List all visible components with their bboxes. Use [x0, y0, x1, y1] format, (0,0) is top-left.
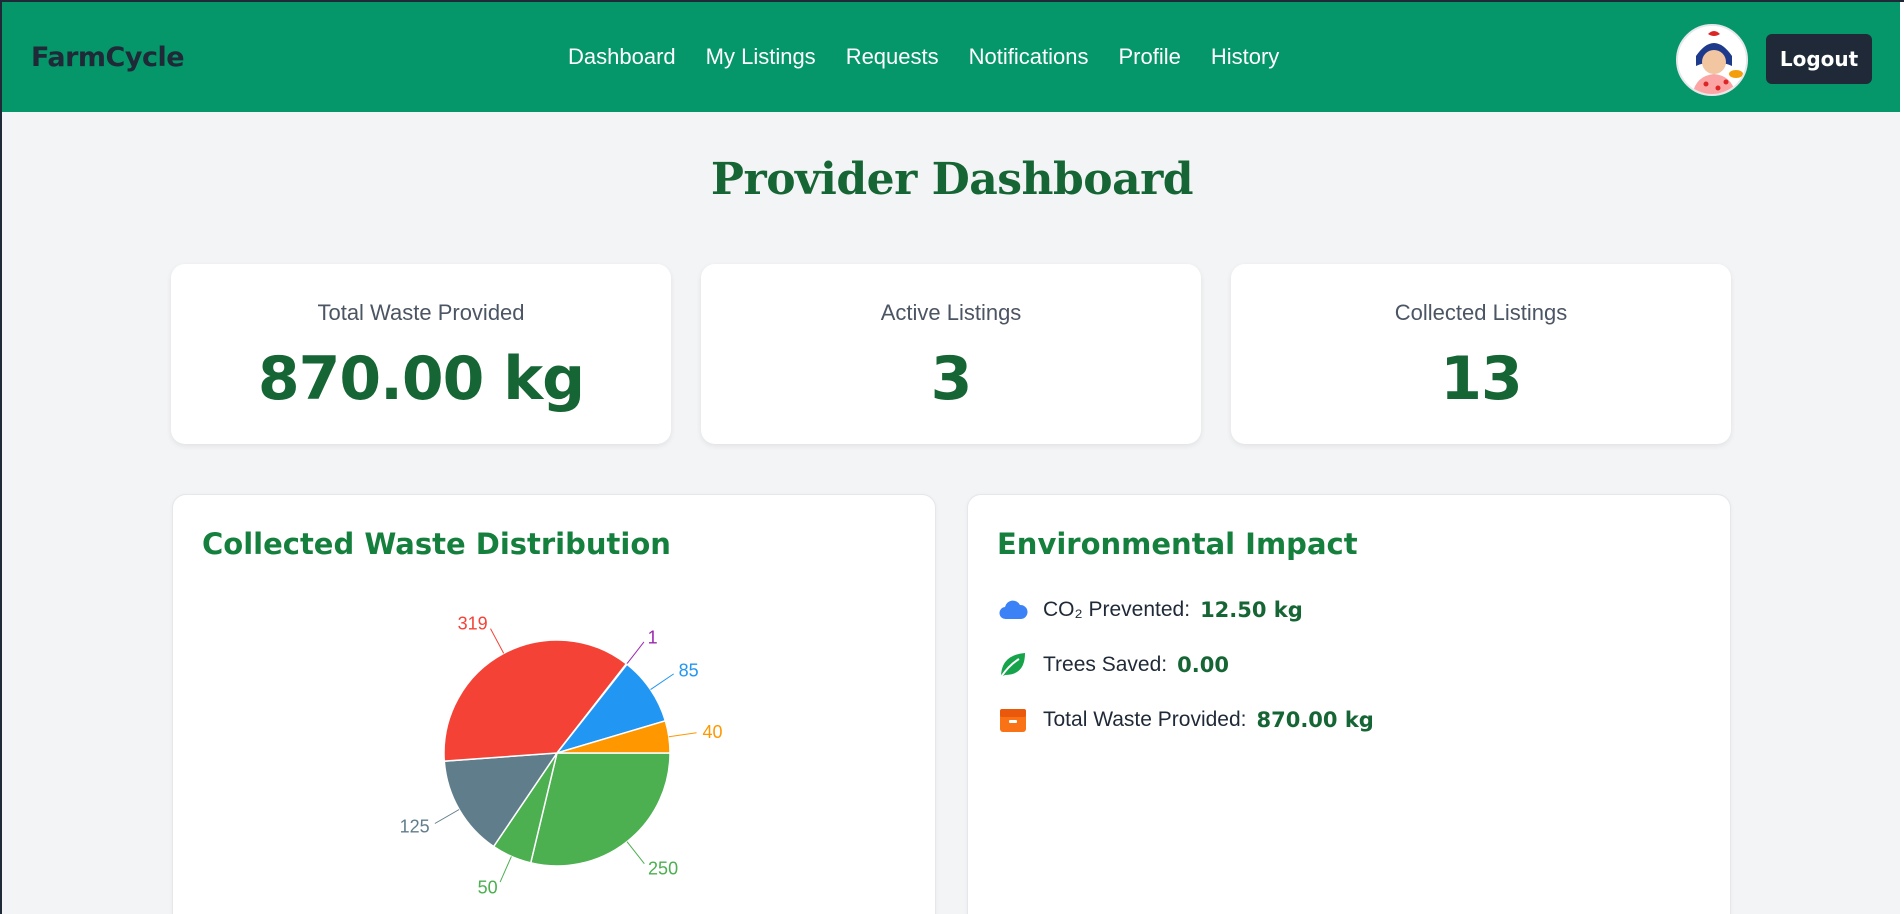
impact-value: 12.50 kg: [1200, 598, 1303, 622]
impact-value: 0.00: [1177, 653, 1229, 677]
brand-logo[interactable]: FarmCycle: [31, 42, 185, 73]
pie-data-label: 125: [400, 817, 430, 837]
stat-value: 870.00 kg: [257, 344, 585, 414]
pie-data-label: 40: [702, 722, 722, 742]
impact-list: CO₂ Prevented: 12.50 kg Trees Saved: 0.0…: [997, 595, 1374, 760]
stat-card-total-waste: Total Waste Provided 870.00 kg: [171, 264, 671, 444]
app-window: FarmCycle Dashboard My Listings Requests…: [0, 0, 1904, 914]
avatar[interactable]: [1676, 24, 1748, 96]
pie-data-label: 319: [458, 613, 488, 633]
pie-data-label: 50: [478, 878, 498, 898]
nav-requests[interactable]: Requests: [846, 44, 939, 70]
stat-label: Total Waste Provided: [317, 300, 525, 325]
box-icon: [1000, 709, 1026, 732]
avatar-image: [1678, 26, 1746, 94]
leaf-icon: [1000, 653, 1025, 678]
impact-row-total-waste: Total Waste Provided: 870.00 kg: [997, 705, 1374, 735]
cloud-icon: [999, 600, 1028, 620]
impact-label: Total Waste Provided:: [1043, 708, 1247, 731]
impact-row-co2: CO₂ Prevented: 12.50 kg: [997, 595, 1374, 625]
stat-card-collected-listings: Collected Listings 13: [1231, 264, 1731, 444]
pie-leader-line: [668, 732, 697, 738]
pie-leader-line: [499, 856, 512, 883]
impact-label: CO₂ Prevented:: [1043, 598, 1191, 621]
nav-profile[interactable]: Profile: [1118, 44, 1180, 70]
pie-leader-line: [626, 841, 645, 865]
pie-leader-line: [650, 673, 674, 690]
stat-value: 3: [930, 344, 973, 414]
page-title: Provider Dashboard: [710, 154, 1194, 205]
scrollbar[interactable]: [1900, 2, 1904, 914]
pie-data-label: 85: [679, 661, 699, 681]
stat-card-active-listings: Active Listings 3: [701, 264, 1201, 444]
nav-notifications[interactable]: Notifications: [969, 44, 1089, 70]
impact-value: 870.00 kg: [1256, 708, 1374, 732]
stat-label: Active Listings: [880, 300, 1022, 325]
navbar: FarmCycle Dashboard My Listings Requests…: [2, 2, 1902, 112]
pie-leader-line: [490, 628, 505, 654]
impact-label: Trees Saved:: [1043, 653, 1168, 676]
waste-distribution-panel: Collected Waste Distribution 250 50 125 319…: [172, 494, 936, 914]
logout-button[interactable]: Logout: [1766, 34, 1872, 84]
environmental-impact-panel: Environmental Impact CO₂ Prevented: 12.5…: [967, 494, 1731, 914]
nav-links: Dashboard My Listings Requests Notificat…: [568, 44, 1279, 70]
nav-dashboard[interactable]: Dashboard: [568, 44, 676, 70]
nav-history[interactable]: History: [1211, 44, 1279, 70]
waste-pie-chart: 250 50 125 319 1 85 40: [400, 613, 723, 898]
pie-leader-line: [626, 641, 645, 665]
nav-my-listings[interactable]: My Listings: [706, 44, 816, 70]
impact-row-trees: Trees Saved: 0.00: [997, 650, 1374, 680]
stat-label: Collected Listings: [1394, 300, 1568, 325]
pie-data-label: 1: [648, 627, 658, 647]
pie-leader-line: [434, 809, 460, 824]
pie-data-label: 250: [648, 858, 678, 878]
stat-value: 13: [1440, 344, 1523, 414]
panel-title: Environmental Impact: [997, 527, 1358, 561]
